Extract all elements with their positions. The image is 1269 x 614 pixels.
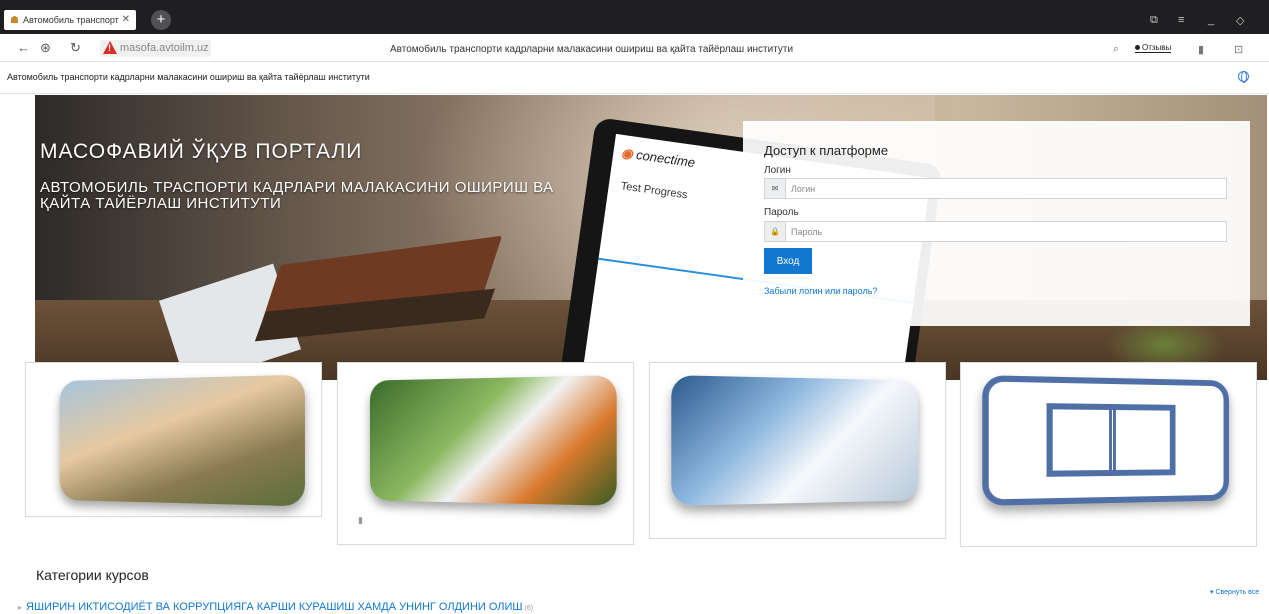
login-heading: Доступ к платформе [764,143,889,158]
hero-subtitle: АВТОМОБИЛЬ ТРАСПОРТИ КАДРЛАРИ МАЛАКАСИНИ… [40,179,554,212]
institute-building-image [59,374,305,507]
url-field[interactable]: ! masofa.avtoilm.uz [100,40,211,57]
book-image [982,375,1229,506]
password-field[interactable]: 🔒 [764,221,1227,242]
login-panel: Доступ к платформе Логин ✉ Пароль 🔒 Вход… [743,121,1250,326]
browser-tab[interactable]: ☗ Автомобиль транспорт ✕ [4,10,136,30]
card-building[interactable] [25,362,322,517]
site-name-link[interactable]: Автомобиль транспорти кадрларни малакаси… [7,72,370,82]
browser-tab-strip: ☗ Автомобиль транспорт ✕ + ⧉ ≡ _ ◇ [0,0,1269,34]
page-title: Автомобиль транспорти кадрларни малакаси… [390,44,794,55]
login-button[interactable]: Вход [764,248,812,274]
reviews-button[interactable]: Отзывы [1135,43,1172,53]
online-learning-image [370,375,617,506]
envelope-icon: ✉ [765,179,786,198]
username-input[interactable] [791,181,1221,196]
menu-icon[interactable]: ≡ [1178,14,1184,26]
back-arrow-icon[interactable]: ← [17,40,30,55]
new-tab-button[interactable]: + [151,10,171,30]
password-label: Пароль [764,207,799,218]
categories-heading: Категории курсов [36,567,149,583]
site-header: Автомобиль транспорти кадрларни малакаси… [0,62,1269,94]
restore-icon[interactable]: ◇ [1236,14,1244,27]
tablet-heading: Test Progress [619,180,689,202]
bookmark-icon[interactable]: ▮ [358,515,363,526]
minimize-icon[interactable]: _ [1208,14,1214,26]
username-field[interactable]: ✉ [764,178,1227,199]
laptop-image [671,375,918,506]
close-tab-icon[interactable]: ✕ [122,14,130,25]
collapse-all-link[interactable]: ▾ Свернуть все [1210,588,1259,596]
url-text: masofa.avtoilm.uz [120,42,209,54]
security-icon[interactable]: ⊛ [40,40,51,56]
lock-icon: 🔒 [765,222,786,241]
address-bar: ← ⊛ ↻ ! masofa.avtoilm.uz Автомобиль тра… [0,34,1269,62]
browser-tab-title: Автомобиль транспорт [22,15,119,25]
category-count: (6) [524,605,534,612]
language-globe-icon[interactable] [1238,71,1249,83]
category-label[interactable]: ЯШИРИН ИКТИСОДИЁТ ВА КОРРУПЦИЯГА КАРШИ К… [26,601,522,613]
username-label: Логин [764,165,791,176]
open-book-icon [1047,403,1175,475]
caret-right-icon: ▸ [18,603,23,612]
password-input[interactable] [791,224,1221,239]
tabs-icon[interactable]: ⧉ [1150,14,1158,27]
forgot-password-link[interactable]: Забыли логин или пароль? [764,286,877,296]
card-book[interactable] [960,362,1257,547]
download-icon[interactable]: ⊡ [1234,43,1243,56]
category-item[interactable]: ▸ ЯШИРИН ИКТИСОДИЁТ ВА КОРРУПЦИЯГА КАРШИ … [18,601,533,613]
site-favicon-icon: ☗ [10,14,19,26]
bookmark-icon[interactable]: ▮ [1198,43,1204,56]
card-online-learning[interactable]: ▮ [337,362,634,545]
warning-icon: ! [103,41,117,54]
hero-title: МАСОФАВИЙ ЎҚУВ ПОРТАЛИ [40,140,363,163]
reload-icon[interactable]: ↻ [70,40,81,56]
search-icon[interactable]: ⌕ [1113,43,1119,56]
card-laptop[interactable] [649,362,946,539]
tablet-logo: ◉ conectime [620,144,697,171]
